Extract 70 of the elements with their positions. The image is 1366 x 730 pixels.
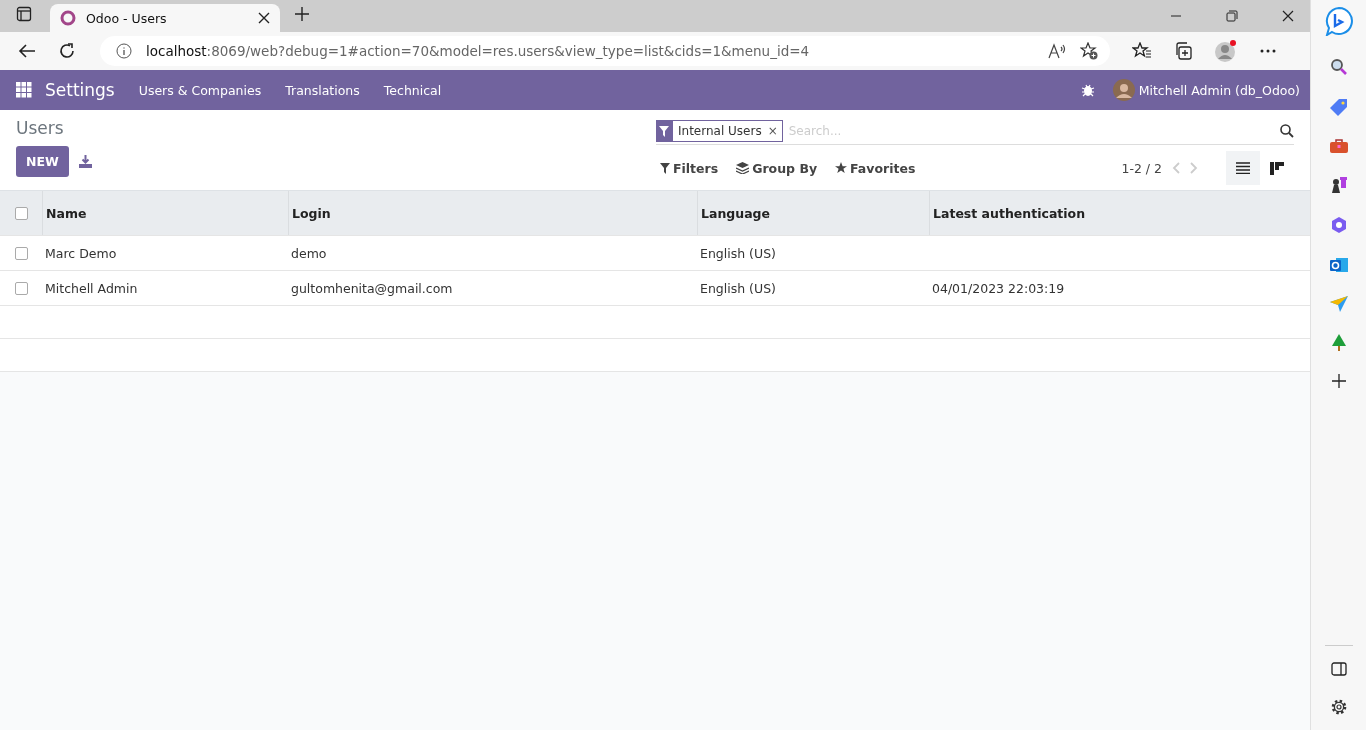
column-header[interactable]: Language [701, 205, 770, 221]
chess-pieces-icon[interactable] [1329, 176, 1348, 194]
column-header[interactable]: Latest authentication [933, 205, 1086, 221]
favorites-button[interactable]: Favorites [831, 156, 920, 180]
filter-icon [656, 120, 672, 142]
close-icon[interactable] [258, 12, 270, 24]
kanban-icon [1270, 161, 1284, 175]
filters-button[interactable]: Filters [656, 156, 723, 180]
column-header[interactable]: Login [292, 205, 331, 221]
refresh-icon[interactable] [58, 42, 76, 60]
column-header[interactable]: Name [46, 205, 87, 221]
group-by-button[interactable]: Group By [732, 156, 822, 180]
user-menu[interactable]: Mitchell Admin (db_Odoo) [1112, 79, 1300, 101]
apps-grid-icon[interactable] [16, 82, 32, 98]
download-icon[interactable] [78, 155, 92, 168]
browser-tab[interactable]: Odoo - Users [50, 4, 280, 32]
restore-icon[interactable] [1226, 10, 1238, 22]
search-icon[interactable] [1280, 124, 1294, 138]
pager-value: 1-2 / 2 [1121, 160, 1162, 176]
odoo-logo-icon [60, 10, 76, 26]
table-cell: Mitchell Admin [45, 280, 138, 296]
page-title: Users [16, 118, 65, 138]
menu-item[interactable]: Technical [383, 82, 442, 98]
close-icon[interactable] [1282, 10, 1294, 22]
more-icon[interactable] [1260, 49, 1276, 53]
table-cell: Marc Demo [45, 245, 117, 261]
filter-facet: Internal Users × [672, 120, 783, 142]
collections-icon[interactable] [1174, 42, 1192, 60]
back-arrow-icon[interactable] [18, 43, 36, 59]
layers-icon [736, 162, 750, 174]
settings-icon[interactable] [1329, 698, 1348, 716]
table-cell: demo [291, 245, 327, 261]
tab-title: Odoo - Users [86, 10, 168, 26]
toolbox-icon[interactable] [1329, 138, 1348, 154]
office-logo-icon[interactable] [1329, 216, 1348, 234]
row-checkbox[interactable] [14, 246, 28, 260]
search-icon[interactable] [1329, 58, 1348, 76]
app-name[interactable]: Settings [45, 80, 115, 100]
add-favorite-icon[interactable] [1080, 42, 1098, 60]
favorites-icon[interactable] [1132, 42, 1152, 60]
read-aloud-icon[interactable] [1048, 43, 1066, 59]
profile-avatar-icon[interactable] [1214, 39, 1238, 63]
table-cell: English (US) [700, 280, 776, 296]
list-view-button[interactable] [1226, 151, 1260, 185]
sidebar-toggle-icon[interactable] [1330, 662, 1347, 676]
table-cell: 04/01/2023 22:03:19 [932, 280, 1065, 296]
tab-actions-icon[interactable] [16, 6, 32, 22]
bing-chat-icon[interactable] [1323, 6, 1354, 36]
info-icon [116, 43, 132, 59]
tag-icon[interactable] [1329, 98, 1348, 116]
filter-icon [660, 162, 670, 174]
list-icon [1236, 162, 1250, 174]
table-cell: gultomhenita@gmail.com [291, 280, 453, 296]
row-checkbox[interactable] [14, 281, 28, 295]
add-icon[interactable] [1331, 374, 1346, 388]
table-cell: English (US) [700, 245, 776, 261]
select-all-checkbox[interactable] [14, 206, 28, 220]
avatar-icon [1112, 79, 1135, 101]
bug-icon[interactable] [1080, 83, 1095, 97]
new-button[interactable]: NEW [16, 146, 69, 177]
new-tab-icon[interactable] [294, 6, 310, 22]
menu-item[interactable]: Users & Companies [138, 82, 262, 98]
menu-item[interactable]: Translations [285, 82, 360, 98]
paper-plane-icon[interactable] [1329, 296, 1348, 312]
tree-icon[interactable] [1329, 334, 1348, 352]
outlook-icon[interactable] [1329, 256, 1348, 274]
star-icon [835, 162, 848, 174]
address-bar[interactable]: localhost:8069/web?debug=1#action=70&model=res.users&view_type=list&cids=1&menu_id=4 [100, 36, 1110, 66]
url-text: localhost:8069/web?debug=1#action=70&model=res.users&view_type=list&cids=1&menu_id=4 [146, 43, 810, 59]
remove-facet-button[interactable]: × [767, 124, 778, 138]
